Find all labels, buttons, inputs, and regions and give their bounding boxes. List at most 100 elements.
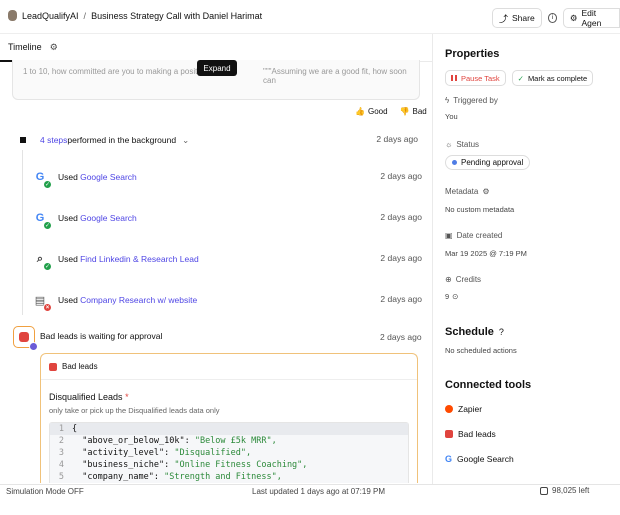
pause-task-label: Pause Task xyxy=(461,73,500,83)
edit-agent-label: Edit Agen xyxy=(581,8,602,28)
timeline-step[interactable]: G ✓ Used Google Search 2 days ago xyxy=(32,204,422,232)
properties-panel: Properties Pause Task ✓ Mark as complete… xyxy=(432,34,620,484)
last-updated: Last updated 1 days ago at 07:19 PM xyxy=(252,487,385,496)
date-created-label: ▣ Date created xyxy=(445,231,503,240)
pause-task-button[interactable]: Pause Task xyxy=(445,70,506,86)
settings-gear-icon[interactable]: ⚙ xyxy=(50,42,58,53)
line-number: 3 xyxy=(58,448,64,458)
error-icon: × xyxy=(43,303,52,312)
gear-icon[interactable]: ⚙ xyxy=(482,187,489,196)
json-key: "company_name": xyxy=(72,472,165,482)
message-text-continued: """Assuming we are a good fit, how soon … xyxy=(263,67,407,85)
mark-complete-button[interactable]: ✓ Mark as complete xyxy=(511,70,594,86)
google-icon: G ✓ xyxy=(35,212,52,230)
date-created-value: Mar 19 2025 @ 7:19 PM xyxy=(445,249,527,258)
field-hint: only take or pick up the Disqualified le… xyxy=(49,406,220,415)
timeline-line xyxy=(22,150,23,315)
zapier-icon xyxy=(445,405,453,413)
bad-feedback-button[interactable]: 👎 Bad xyxy=(400,107,427,116)
connected-tool-item[interactable]: Zapier xyxy=(445,404,482,414)
triggered-by-value: You xyxy=(445,112,458,121)
good-feedback-button[interactable]: 👍 Good xyxy=(355,107,388,116)
json-editor[interactable]: 1{2 "above_or_below_10k": "Below £5k MRR… xyxy=(49,422,409,483)
credits-value: 9 xyxy=(445,292,450,301)
simulation-mode-toggle[interactable]: Simulation Mode OFF xyxy=(6,487,84,496)
json-value: "Online Fitness Coaching", xyxy=(174,460,308,470)
code-line: 3 "activity_level": "Disqualified", xyxy=(50,447,408,459)
share-label: Share xyxy=(512,13,535,23)
credits-left: 98,025 left xyxy=(540,486,589,495)
timeline-step[interactable]: ⌕ ✓ Used Find Linkedin & Research Lead 2 da… xyxy=(32,245,422,273)
schedule-heading: Schedule? xyxy=(445,326,504,338)
code-line: 4 "business_niche": "Online Fitness Coac… xyxy=(50,459,408,471)
share-icon: ⤴ xyxy=(499,13,509,24)
json-value: "Disqualified", xyxy=(174,448,252,458)
share-button[interactable]: ⤴ Share xyxy=(492,8,542,28)
browser-icon: ▤ × xyxy=(32,292,52,312)
footer: Simulation Mode OFF Last updated 1 days … xyxy=(0,484,620,515)
step-prefix: Used xyxy=(58,172,78,182)
json-key: "business_niche": xyxy=(72,460,175,470)
steps-text: performed in the background xyxy=(67,135,177,145)
tab-timeline[interactable]: Timeline xyxy=(0,34,50,62)
background-marker-icon xyxy=(20,137,26,143)
json-value: "Below £5k MRR", xyxy=(194,436,277,446)
agent-avatar-icon xyxy=(8,10,17,21)
tab-bar: Timeline ⚙ xyxy=(0,34,432,62)
gear-icon: ⚙ xyxy=(569,12,578,23)
success-check-icon: ✓ xyxy=(43,262,52,271)
step-prefix: Used xyxy=(58,213,78,223)
code-line: 1{ xyxy=(50,423,408,435)
google-icon: G xyxy=(445,454,453,464)
success-check-icon: ✓ xyxy=(43,180,52,189)
step-tool-link[interactable]: Find Linkedin & Research Lead xyxy=(80,254,199,264)
status-badge: Pending approval xyxy=(445,155,531,170)
steps-link[interactable]: 4 steps xyxy=(40,135,67,145)
credits-icon: ⊕ xyxy=(445,275,452,284)
card-title: Bad leads xyxy=(62,362,98,371)
json-key: "above_or_below_10k": xyxy=(72,436,195,446)
bad-label: Bad xyxy=(412,107,427,116)
calendar-icon: ▣ xyxy=(445,231,453,240)
triggered-by-label: ϟ Triggered by xyxy=(445,96,498,105)
app-name-link[interactable]: LeadQualifyAI xyxy=(22,11,79,21)
coin-icon: ⊙ xyxy=(452,292,459,301)
step-time: 2 days ago xyxy=(380,171,422,181)
step-prefix: Used xyxy=(58,295,78,305)
check-icon: ✓ xyxy=(517,73,524,83)
connected-tool-item[interactable]: G Google Search xyxy=(445,454,514,464)
thumbs-up-icon: 👍 xyxy=(355,107,365,116)
background-steps-row[interactable]: 4 steps performed in the background ⌄ 2 … xyxy=(20,133,420,147)
top-bar: LeadQualifyAI / Business Strategy Call w… xyxy=(0,0,620,34)
tool-name: Bad leads xyxy=(458,429,496,439)
connected-tools-title: Connected tools xyxy=(445,379,532,391)
line-number: 2 xyxy=(58,436,64,446)
timeline-step[interactable]: ▤ × Used Company Research w/ website 2 days… xyxy=(32,286,422,314)
bad-leads-status-icon xyxy=(13,326,38,351)
tab-timeline-label: Timeline xyxy=(8,41,42,52)
status-dot-icon xyxy=(452,160,457,165)
json-value: "Strength and Fitness", xyxy=(164,472,282,482)
credits-left-value: 98,025 left xyxy=(552,486,590,495)
expand-button[interactable]: Expand xyxy=(197,60,237,76)
schedule-title: Schedule xyxy=(445,326,494,338)
timeline-step[interactable]: G ✓ Used Google Search 2 days ago xyxy=(32,163,422,191)
edit-agent-button[interactable]: ⚙ Edit Agen xyxy=(562,8,620,28)
code-line: 5 "company_name": "Strength and Fitness"… xyxy=(50,471,408,483)
line-number: 1 xyxy=(58,424,64,434)
credits-value-row: 9 ⊙ xyxy=(445,292,458,301)
pause-icon xyxy=(451,75,457,81)
connected-tool-item[interactable]: Bad leads xyxy=(445,429,496,439)
approval-time: 2 days ago xyxy=(380,332,422,342)
help-icon[interactable]: ? xyxy=(499,327,504,337)
step-tool-link[interactable]: Google Search xyxy=(80,213,137,223)
step-tool-link[interactable]: Google Search xyxy=(80,172,137,182)
tool-name: Zapier xyxy=(458,404,483,414)
step-tool-link[interactable]: Company Research w/ website xyxy=(80,295,197,305)
json-key: { xyxy=(72,424,78,434)
info-icon[interactable]: i xyxy=(547,13,557,23)
metadata-label: Metadata ⚙ xyxy=(445,187,490,196)
lightning-icon: ϟ xyxy=(445,96,450,105)
line-number: 5 xyxy=(58,472,64,482)
google-icon: G ✓ xyxy=(35,171,52,189)
